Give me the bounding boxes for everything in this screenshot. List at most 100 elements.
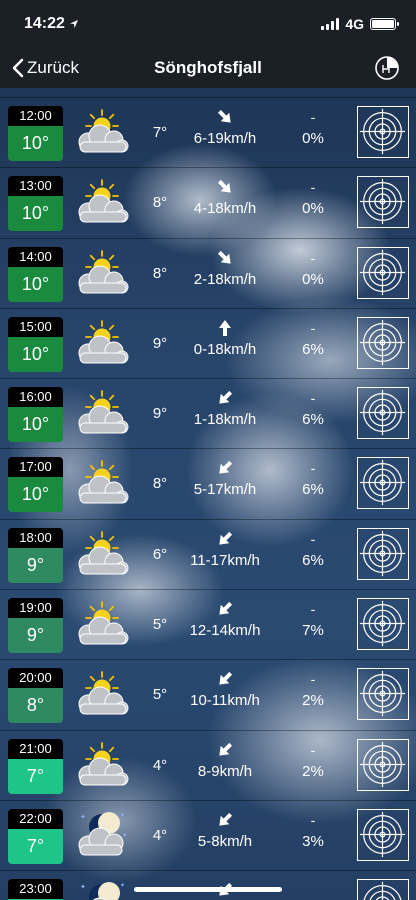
hourly-forecast-list[interactable]: 12:00 10° 7° 6-19km/h - 0% 13:00 10° 8° … <box>0 88 416 900</box>
precipitation-amount: - <box>310 109 316 125</box>
row-temperature: 10° <box>8 336 63 372</box>
forecast-row[interactable]: 16:00 10° 9° 1-18km/h - 6% <box>0 379 416 450</box>
row-low-temperature: 7° <box>152 124 168 141</box>
forecast-row[interactable]: 18:00 9° 6° 11-17km/h - 6% <box>0 520 416 591</box>
radar-icon[interactable] <box>357 246 409 299</box>
wind-speed: 5-8km/h <box>197 832 253 850</box>
wind-speed: 2-18km/h <box>193 270 257 288</box>
row-low-temperature: 6° <box>152 545 168 563</box>
svg-text:✦: ✦ <box>80 813 86 821</box>
radar-icon[interactable] <box>357 879 409 900</box>
wind-direction-icon <box>180 317 270 339</box>
radar-icon[interactable] <box>357 808 409 861</box>
precipitation-info: - 0% <box>288 106 338 147</box>
row-time: 22:00 <box>8 808 63 829</box>
precipitation-percent: 6% <box>302 340 324 358</box>
row-temperature: 9° <box>8 618 63 654</box>
wind-info: 4-18km/h <box>180 176 270 217</box>
wind-speed: 8-9km/h <box>197 762 253 780</box>
partly-sunny-icon <box>72 457 130 509</box>
precipitation-info: - 6% <box>288 317 338 358</box>
precipitation-info: - 2% <box>288 739 338 780</box>
navigation-bar: Zurück Sönghofsfjall <box>0 48 416 88</box>
precipitation-percent: 6% <box>302 481 324 499</box>
wind-info: 0-18km/h <box>180 317 270 358</box>
wind-direction-icon <box>180 598 270 620</box>
wind-direction-icon <box>180 809 270 831</box>
forecast-row[interactable]: 23:00 ✦ ✦ ✦ <box>0 871 416 900</box>
radar-icon[interactable] <box>357 106 409 158</box>
wind-speed: 4-18km/h <box>193 200 257 218</box>
precipitation-amount: - <box>310 390 316 407</box>
network-label: 4G <box>345 16 364 32</box>
precipitation-percent: 3% <box>302 832 324 850</box>
row-time: 20:00 <box>8 668 63 689</box>
back-button[interactable]: Zurück <box>12 58 79 78</box>
radar-icon[interactable] <box>357 387 409 440</box>
wind-speed: 12-14km/h <box>189 622 261 640</box>
forecast-row[interactable]: 12:00 10° 7° 6-19km/h - 0% <box>0 98 416 169</box>
row-time: 13:00 <box>8 176 63 197</box>
time-temp-badge: 22:00 7° <box>8 808 63 864</box>
wind-info: 5-8km/h <box>180 809 270 850</box>
row-time: 14:00 <box>8 246 63 267</box>
forecast-row[interactable]: 13:00 10° 8° 4-18km/h - 0% <box>0 168 416 239</box>
wind-speed: 6-19km/h <box>193 130 257 147</box>
wind-info: 2-18km/h <box>180 247 270 288</box>
back-label: Zurück <box>27 58 79 77</box>
wind-direction-icon <box>180 668 270 690</box>
precipitation-percent: 0% <box>302 130 324 147</box>
precipitation-amount: - <box>310 671 316 688</box>
chevron-left-icon <box>12 58 24 78</box>
row-temperature: 10° <box>8 126 63 161</box>
precipitation-percent: 0% <box>302 200 324 218</box>
radar-icon[interactable] <box>357 176 409 229</box>
forecast-row[interactable]: 21:00 7° 4° 8-9km/h - 2% <box>0 731 416 801</box>
wind-speed: 1-18km/h <box>193 411 257 429</box>
home-indicator[interactable] <box>134 887 282 892</box>
precipitation-amount: - <box>310 319 316 336</box>
row-temperature: 10° <box>8 196 63 232</box>
precipitation-amount: - <box>310 179 316 196</box>
time-temp-badge: 23:00 <box>8 879 63 900</box>
radar-icon[interactable] <box>357 527 409 580</box>
time-temp-badge: 13:00 10° <box>8 176 63 232</box>
compass-icon[interactable] <box>372 53 402 83</box>
radar-icon[interactable] <box>357 668 409 721</box>
partly-sunny-icon <box>72 247 130 299</box>
row-temperature: 10° <box>8 266 63 302</box>
precipitation-amount: - <box>310 530 316 547</box>
row-time: 12:00 <box>8 106 63 126</box>
wind-speed: 10-11km/h <box>190 692 260 710</box>
row-time: 21:00 <box>8 738 63 759</box>
radar-icon[interactable] <box>357 738 409 791</box>
row-low-temperature: 5° <box>152 686 168 704</box>
radar-icon[interactable] <box>357 457 409 510</box>
time-temp-badge: 18:00 9° <box>8 527 63 583</box>
wind-direction-icon <box>180 739 270 761</box>
forecast-row[interactable]: 17:00 10° 8° 5-17km/h - 6% <box>0 449 416 520</box>
wind-info: 5-17km/h <box>180 457 270 498</box>
row-temperature: 8° <box>8 688 63 724</box>
partly-sunny-icon <box>72 739 130 791</box>
row-low-temperature: 9° <box>152 334 168 352</box>
precipitation-amount: - <box>310 249 316 266</box>
precipitation-percent: 6% <box>302 411 324 429</box>
forecast-row[interactable]: 14:00 10° 8° 2-18km/h - 0% <box>0 239 416 309</box>
forecast-row[interactable]: 20:00 8° 5° 10-11km/h - 2% <box>0 660 416 731</box>
partly-sunny-icon <box>72 176 130 228</box>
wind-direction-icon <box>180 176 270 198</box>
list-top-divider <box>0 88 416 98</box>
radar-icon[interactable] <box>357 598 409 651</box>
row-low-temperature: 8° <box>152 264 168 282</box>
forecast-row[interactable]: 19:00 9° 5° 12-14km/h - 7% <box>0 590 416 661</box>
time-temp-badge: 20:00 8° <box>8 668 63 724</box>
forecast-row[interactable]: 15:00 10° 9° 0-18km/h - 6% <box>0 309 416 380</box>
forecast-row[interactable]: 22:00 7° ✦ ✦ ✦ 4° 5-8km/h - 3% <box>0 801 416 872</box>
precipitation-amount: - <box>310 601 316 618</box>
time-temp-badge: 19:00 9° <box>8 598 63 654</box>
wind-speed: 11-17km/h <box>190 551 260 569</box>
wind-info: 8-9km/h <box>180 739 270 780</box>
radar-icon[interactable] <box>357 316 409 369</box>
precipitation-info: - 6% <box>288 457 338 498</box>
